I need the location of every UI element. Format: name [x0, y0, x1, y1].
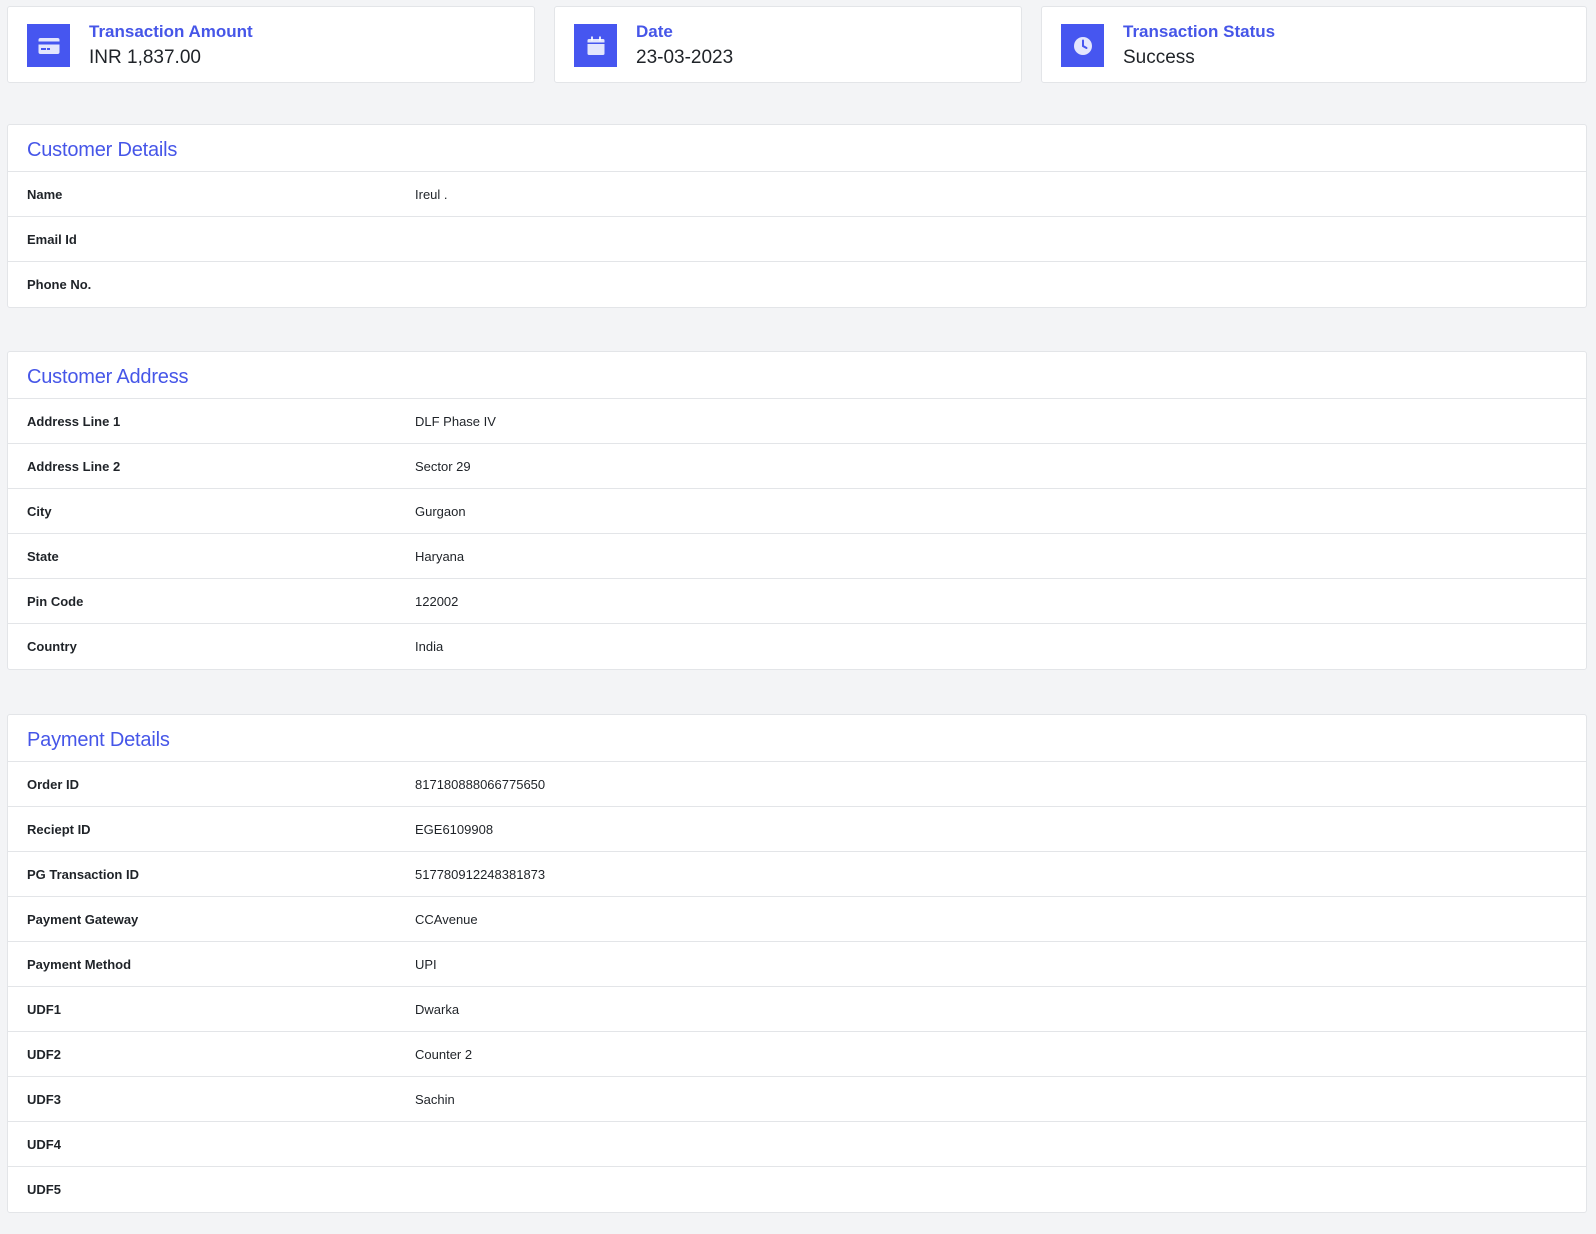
payment-details-panel: Payment Details Order ID 817180888066775… [7, 714, 1587, 1213]
row-label: Email Id [27, 232, 77, 247]
stat-label: Transaction Amount [89, 22, 253, 41]
row-value: India [415, 639, 444, 654]
table-row: Address Line 2 Sector 29 [8, 444, 1586, 489]
table-row: Email Id [8, 217, 1586, 262]
table-row: Pin Code 122002 [8, 579, 1586, 624]
table-row: UDF3 Sachin [8, 1077, 1586, 1122]
table-row: State Haryana [8, 534, 1586, 579]
summary-stats: Transaction Amount INR 1,837.00 Date 23-… [7, 6, 1587, 85]
table-row: UDF2 Counter 2 [8, 1032, 1586, 1077]
row-value: DLF Phase IV [415, 414, 496, 429]
table-row: Payment Method UPI [8, 942, 1586, 987]
table-row: Order ID 817180888066775650 [8, 762, 1586, 807]
table-row: PG Transaction ID 517780912248381873 [8, 852, 1586, 897]
row-value: UPI [415, 957, 437, 972]
row-label: Name [27, 187, 63, 202]
panel-title: Customer Address [8, 352, 1586, 399]
row-label: Address Line 2 [27, 459, 121, 474]
table-row: Country India [8, 624, 1586, 669]
table-row: Payment Gateway CCAvenue [8, 897, 1586, 942]
row-label: State [27, 549, 59, 564]
row-label: Payment Gateway [27, 912, 139, 927]
panel-title: Payment Details [8, 715, 1586, 762]
row-label: UDF4 [27, 1137, 61, 1152]
row-label: UDF2 [27, 1047, 61, 1062]
row-value: Dwarka [415, 1002, 460, 1017]
row-label: UDF3 [27, 1092, 61, 1107]
row-value: Counter 2 [415, 1047, 473, 1062]
clock-icon [1061, 24, 1104, 67]
row-label: Reciept ID [27, 822, 91, 837]
row-value: Gurgaon [415, 504, 466, 519]
row-label: Pin Code [27, 594, 84, 609]
row-label: Country [27, 639, 77, 654]
stat-value: 23-03-2023 [636, 47, 734, 68]
stat-label: Date [636, 22, 673, 41]
row-label: UDF5 [27, 1182, 61, 1197]
row-value: Haryana [415, 549, 465, 564]
row-label: City [27, 504, 52, 519]
row-value: 122002 [415, 594, 459, 609]
row-label: PG Transaction ID [27, 867, 139, 882]
panel-title: Customer Details [8, 125, 1586, 172]
table-row: UDF1 Dwarka [8, 987, 1586, 1032]
table-row: UDF5 [8, 1167, 1586, 1212]
row-value: Ireul . [415, 187, 448, 202]
customer-details-panel: Customer Details Name Ireul . Email Id P… [7, 124, 1587, 308]
table-row: UDF4 [8, 1122, 1586, 1167]
stat-card-date: Date 23-03-2023 [554, 6, 1022, 83]
stat-card-transaction-status: Transaction Status Success [1041, 6, 1587, 83]
row-label: Payment Method [27, 957, 132, 972]
row-label: Order ID [27, 777, 80, 792]
row-value: 817180888066775650 [415, 777, 546, 792]
table-row: Address Line 1 DLF Phase IV [8, 399, 1586, 444]
customer-address-panel: Customer Address Address Line 1 DLF Phas… [7, 351, 1587, 670]
stat-card-transaction-amount: Transaction Amount INR 1,837.00 [7, 6, 535, 83]
row-label: UDF1 [27, 1002, 61, 1017]
row-label: Address Line 1 [27, 414, 121, 429]
table-row: Reciept ID EGE6109908 [8, 807, 1586, 852]
row-value: Sector 29 [415, 459, 471, 474]
row-value: Sachin [415, 1092, 455, 1107]
row-label: Phone No. [27, 277, 92, 292]
calendar-icon [574, 24, 617, 67]
credit-card-icon [27, 24, 70, 67]
stat-value: INR 1,837.00 [89, 47, 201, 68]
row-value: EGE6109908 [415, 822, 494, 837]
table-row: City Gurgaon [8, 489, 1586, 534]
table-row: Phone No. [8, 262, 1586, 307]
stat-value: Success [1123, 47, 1195, 68]
row-value: CCAvenue [415, 912, 478, 927]
stat-label: Transaction Status [1123, 22, 1276, 41]
row-value: 517780912248381873 [415, 867, 546, 882]
table-row: Name Ireul . [8, 172, 1586, 217]
